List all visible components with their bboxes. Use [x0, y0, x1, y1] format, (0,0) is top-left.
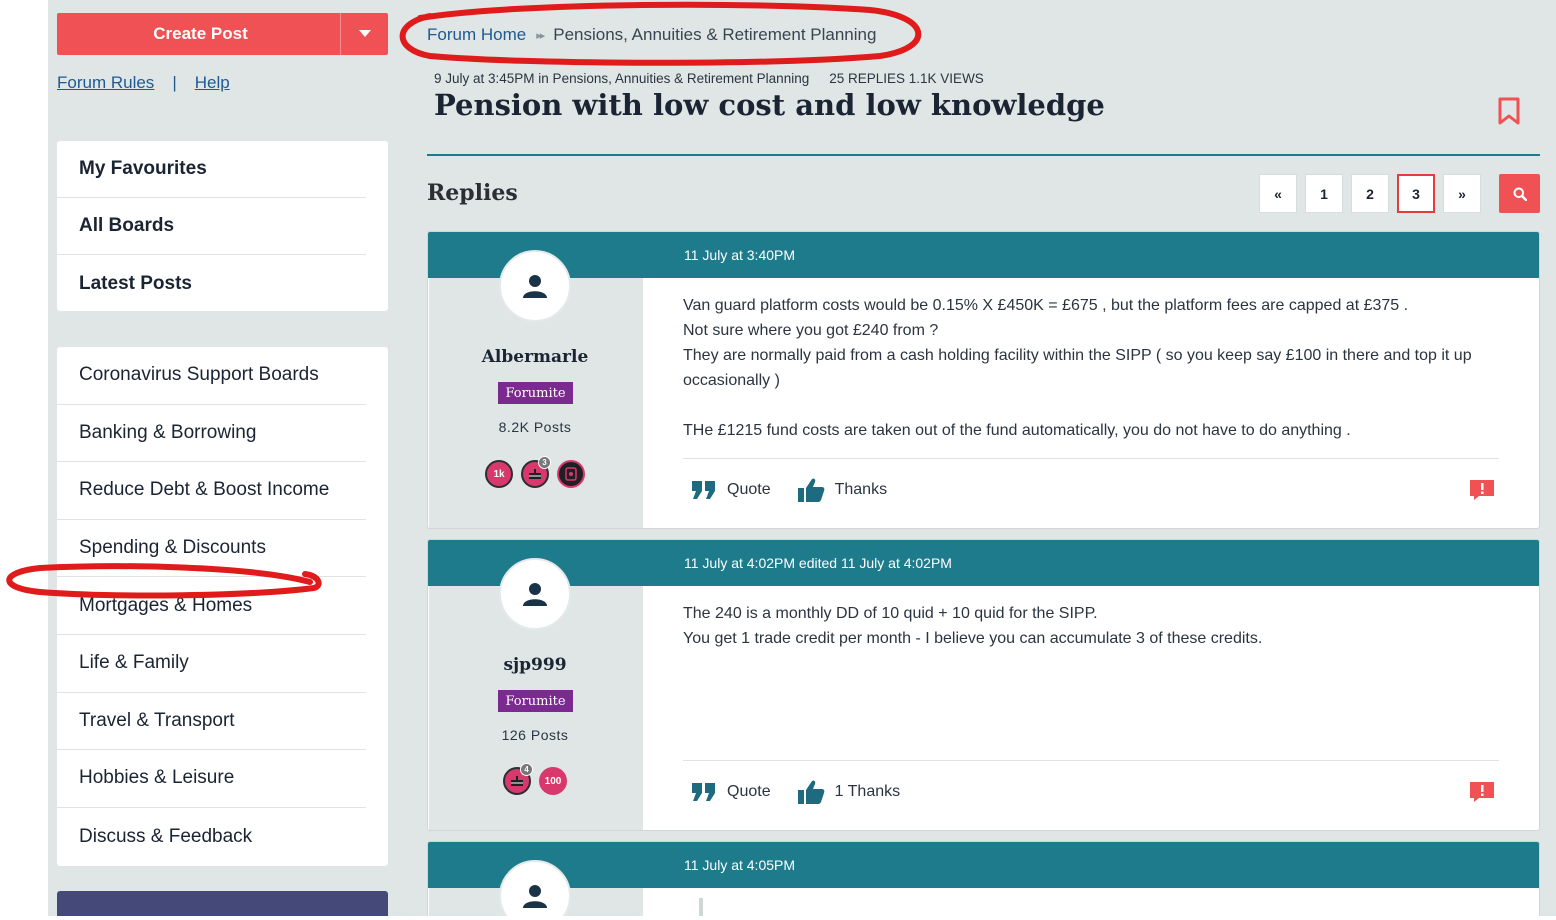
report-flag-icon[interactable]	[1469, 781, 1495, 803]
title-divider	[427, 154, 1540, 156]
post-line: Van guard platform costs would be 0.15% …	[683, 297, 1409, 314]
post-body: Van guard platform costs would be 0.15% …	[683, 293, 1499, 443]
help-link[interactable]: Help	[195, 73, 230, 93]
reply-post: 11 July at 4:05PM	[427, 841, 1540, 916]
sidebar-item-all-boards[interactable]: All Boards	[57, 198, 366, 255]
post-line: THe £1215 fund costs are taken out of th…	[683, 422, 1351, 439]
badge-count: 4	[520, 763, 533, 776]
pagination: « 1 2 3 »	[1259, 174, 1481, 213]
forum-rules-link[interactable]: Forum Rules	[57, 73, 154, 93]
quote-label: Quote	[727, 480, 771, 498]
quote-label: Quote	[727, 782, 771, 800]
sidebar-item-latest-posts[interactable]: Latest Posts	[57, 255, 366, 312]
forum-page: Create Post Forum Rules | Help My Favour…	[48, 0, 1556, 916]
post-date: 11 July at 4:05PM	[428, 842, 1539, 888]
link-separator: |	[172, 73, 177, 92]
thanks-label: 1 Thanks	[834, 782, 901, 800]
user-icon	[523, 583, 547, 606]
chevron-down-icon[interactable]	[340, 13, 388, 55]
post-date: 11 July at 3:40PM	[428, 232, 1539, 278]
100-badge-icon[interactable]: 100	[539, 767, 567, 795]
thread-meta: 9 July at 3:45PM in Pensions, Annuities …	[434, 71, 984, 86]
reply-post: 11 July at 4:02PM edited 11 July at 4:02…	[427, 539, 1540, 831]
thread-stats: 25 REPLIES 1.1K VIEWS	[829, 71, 984, 86]
post-body: The 240 is a monthly DD of 10 quid + 10 …	[683, 601, 1499, 651]
sidebar-item-reduce-debt[interactable]: Reduce Debt & Boost Income	[57, 462, 366, 520]
create-post-button[interactable]: Create Post	[57, 13, 388, 55]
sidebar-item-discuss[interactable]: Discuss & Feedback	[57, 808, 366, 866]
sidebar-bottom-panel	[57, 891, 388, 916]
page-last-button[interactable]: »	[1443, 174, 1481, 213]
search-button[interactable]	[1499, 174, 1540, 213]
post-line: Not sure where you got £240 from ?	[683, 322, 939, 339]
badge-text: 1k	[493, 468, 505, 480]
quote-button[interactable]: Quote	[691, 480, 771, 500]
rank-badge: Forumite	[498, 690, 573, 712]
sidebar-item-spending[interactable]: Spending & Discounts	[57, 520, 366, 578]
sidebar-item-mortgages[interactable]: Mortgages & Homes	[57, 577, 366, 635]
cake-badge-icon[interactable]: 3	[521, 456, 551, 488]
author-badges: 4 100	[428, 763, 642, 795]
view-count: 1.1K VIEWS	[908, 71, 984, 86]
avatar[interactable]	[499, 558, 571, 630]
post-line	[683, 393, 1499, 418]
boards-menu: Coronavirus Support Boards Banking & Bor…	[57, 347, 388, 866]
page-title: Pension with low cost and low knowledge	[434, 88, 1105, 122]
post-actions: Quote Thanks	[683, 458, 1499, 520]
badge-text: 100	[544, 775, 562, 787]
1k-badge-icon[interactable]: 1k	[485, 460, 513, 488]
sidebar-item-coronavirus[interactable]: Coronavirus Support Boards	[57, 347, 366, 405]
sidebar-item-my-favourites[interactable]: My Favourites	[57, 141, 366, 198]
post-line: You get 1 trade credit per month - I bel…	[683, 630, 1263, 647]
breadcrumb: Forum Home ▸▸ Pensions, Annuities & Reti…	[427, 25, 876, 45]
thanks-label: Thanks	[834, 480, 888, 498]
thread-date: 9 July at 3:45PM in Pensions, Annuities …	[434, 71, 810, 86]
page-button-3[interactable]: 3	[1397, 174, 1435, 213]
post-line: The 240 is a monthly DD of 10 quid + 10 …	[683, 605, 1098, 622]
author-name[interactable]: Albermarle	[428, 347, 642, 367]
reply-post: 11 July at 3:40PM Albermarle Forumite 8.…	[427, 231, 1540, 529]
sidebar-item-hobbies[interactable]: Hobbies & Leisure	[57, 750, 366, 808]
rank-badge: Forumite	[498, 382, 573, 404]
page-button-1[interactable]: 1	[1305, 174, 1343, 213]
create-post-label: Create Post	[153, 24, 248, 43]
breadcrumb-current[interactable]: Pensions, Annuities & Retirement Plannin…	[553, 25, 876, 45]
avatar[interactable]	[499, 250, 571, 322]
author-post-count: 126 Posts	[501, 727, 569, 743]
replies-heading: Replies	[427, 180, 518, 206]
sidebar-item-travel[interactable]: Travel & Transport	[57, 693, 366, 751]
breadcrumb-home-link[interactable]: Forum Home	[427, 25, 526, 45]
report-flag-icon[interactable]	[1469, 479, 1495, 501]
sidebar-links: Forum Rules | Help	[57, 73, 230, 93]
quote-icon	[692, 480, 715, 499]
post-line: They are normally paid from a cash holdi…	[683, 347, 1472, 389]
author-name[interactable]: sjp999	[428, 655, 642, 675]
author-badges: 1k 3	[428, 456, 642, 488]
reply-count: 25 REPLIES	[829, 71, 906, 86]
cake-badge-icon[interactable]: 4	[503, 763, 533, 795]
breadcrumb-arrow-icon: ▸▸	[536, 29, 545, 42]
quote-icon	[692, 782, 715, 801]
thanks-button[interactable]: Thanks	[797, 477, 887, 503]
sidebar-item-banking[interactable]: Banking & Borrowing	[57, 405, 366, 463]
quote-block	[699, 898, 1512, 916]
bookmark-icon[interactable]	[1498, 97, 1520, 125]
quote-button[interactable]: Quote	[691, 782, 771, 802]
user-icon	[523, 275, 547, 298]
thumbs-up-icon	[797, 478, 824, 502]
user-icon	[523, 885, 547, 908]
badge-count: 3	[538, 456, 551, 469]
thanks-button[interactable]: 1 Thanks	[797, 779, 901, 805]
phone-badge-icon[interactable]	[557, 460, 585, 488]
page-first-button[interactable]: «	[1259, 174, 1297, 213]
favourites-menu: My Favourites All Boards Latest Posts	[57, 141, 388, 311]
author-post-count: 8.2K Posts	[498, 419, 572, 435]
page-button-2[interactable]: 2	[1351, 174, 1389, 213]
search-icon	[1513, 187, 1527, 201]
post-date: 11 July at 4:02PM edited 11 July at 4:02…	[428, 540, 1539, 586]
post-actions: Quote 1 Thanks	[683, 760, 1499, 822]
thumbs-up-icon	[797, 780, 824, 804]
sidebar-item-life-family[interactable]: Life & Family	[57, 635, 366, 693]
